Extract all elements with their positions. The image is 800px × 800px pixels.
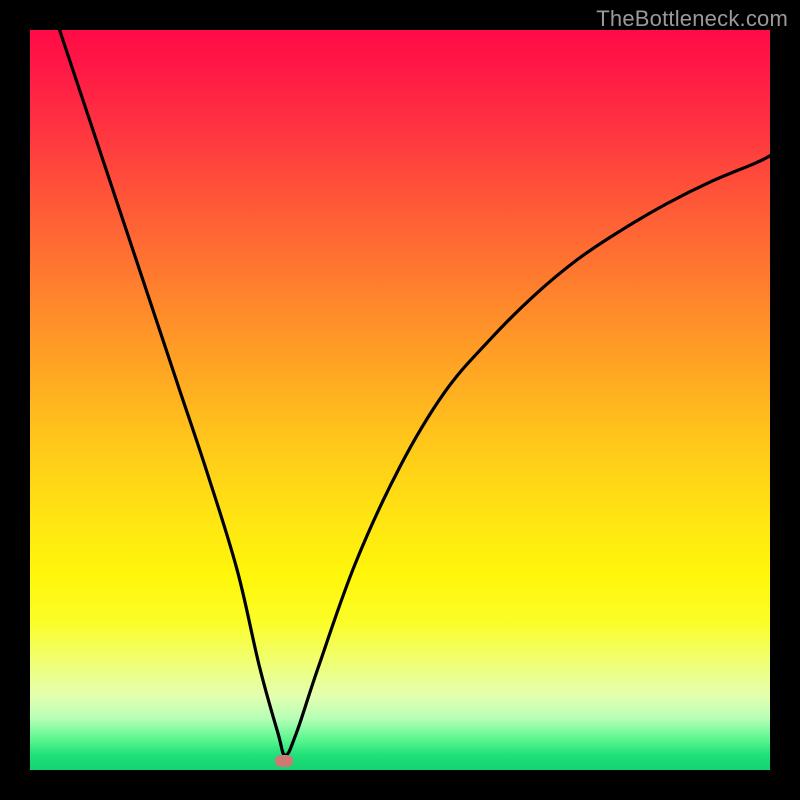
optimal-point-marker bbox=[275, 755, 293, 767]
bottleneck-curve bbox=[30, 30, 770, 770]
chart-frame: TheBottleneck.com bbox=[0, 0, 800, 800]
watermark-text: TheBottleneck.com bbox=[596, 6, 788, 32]
plot-area bbox=[30, 30, 770, 770]
